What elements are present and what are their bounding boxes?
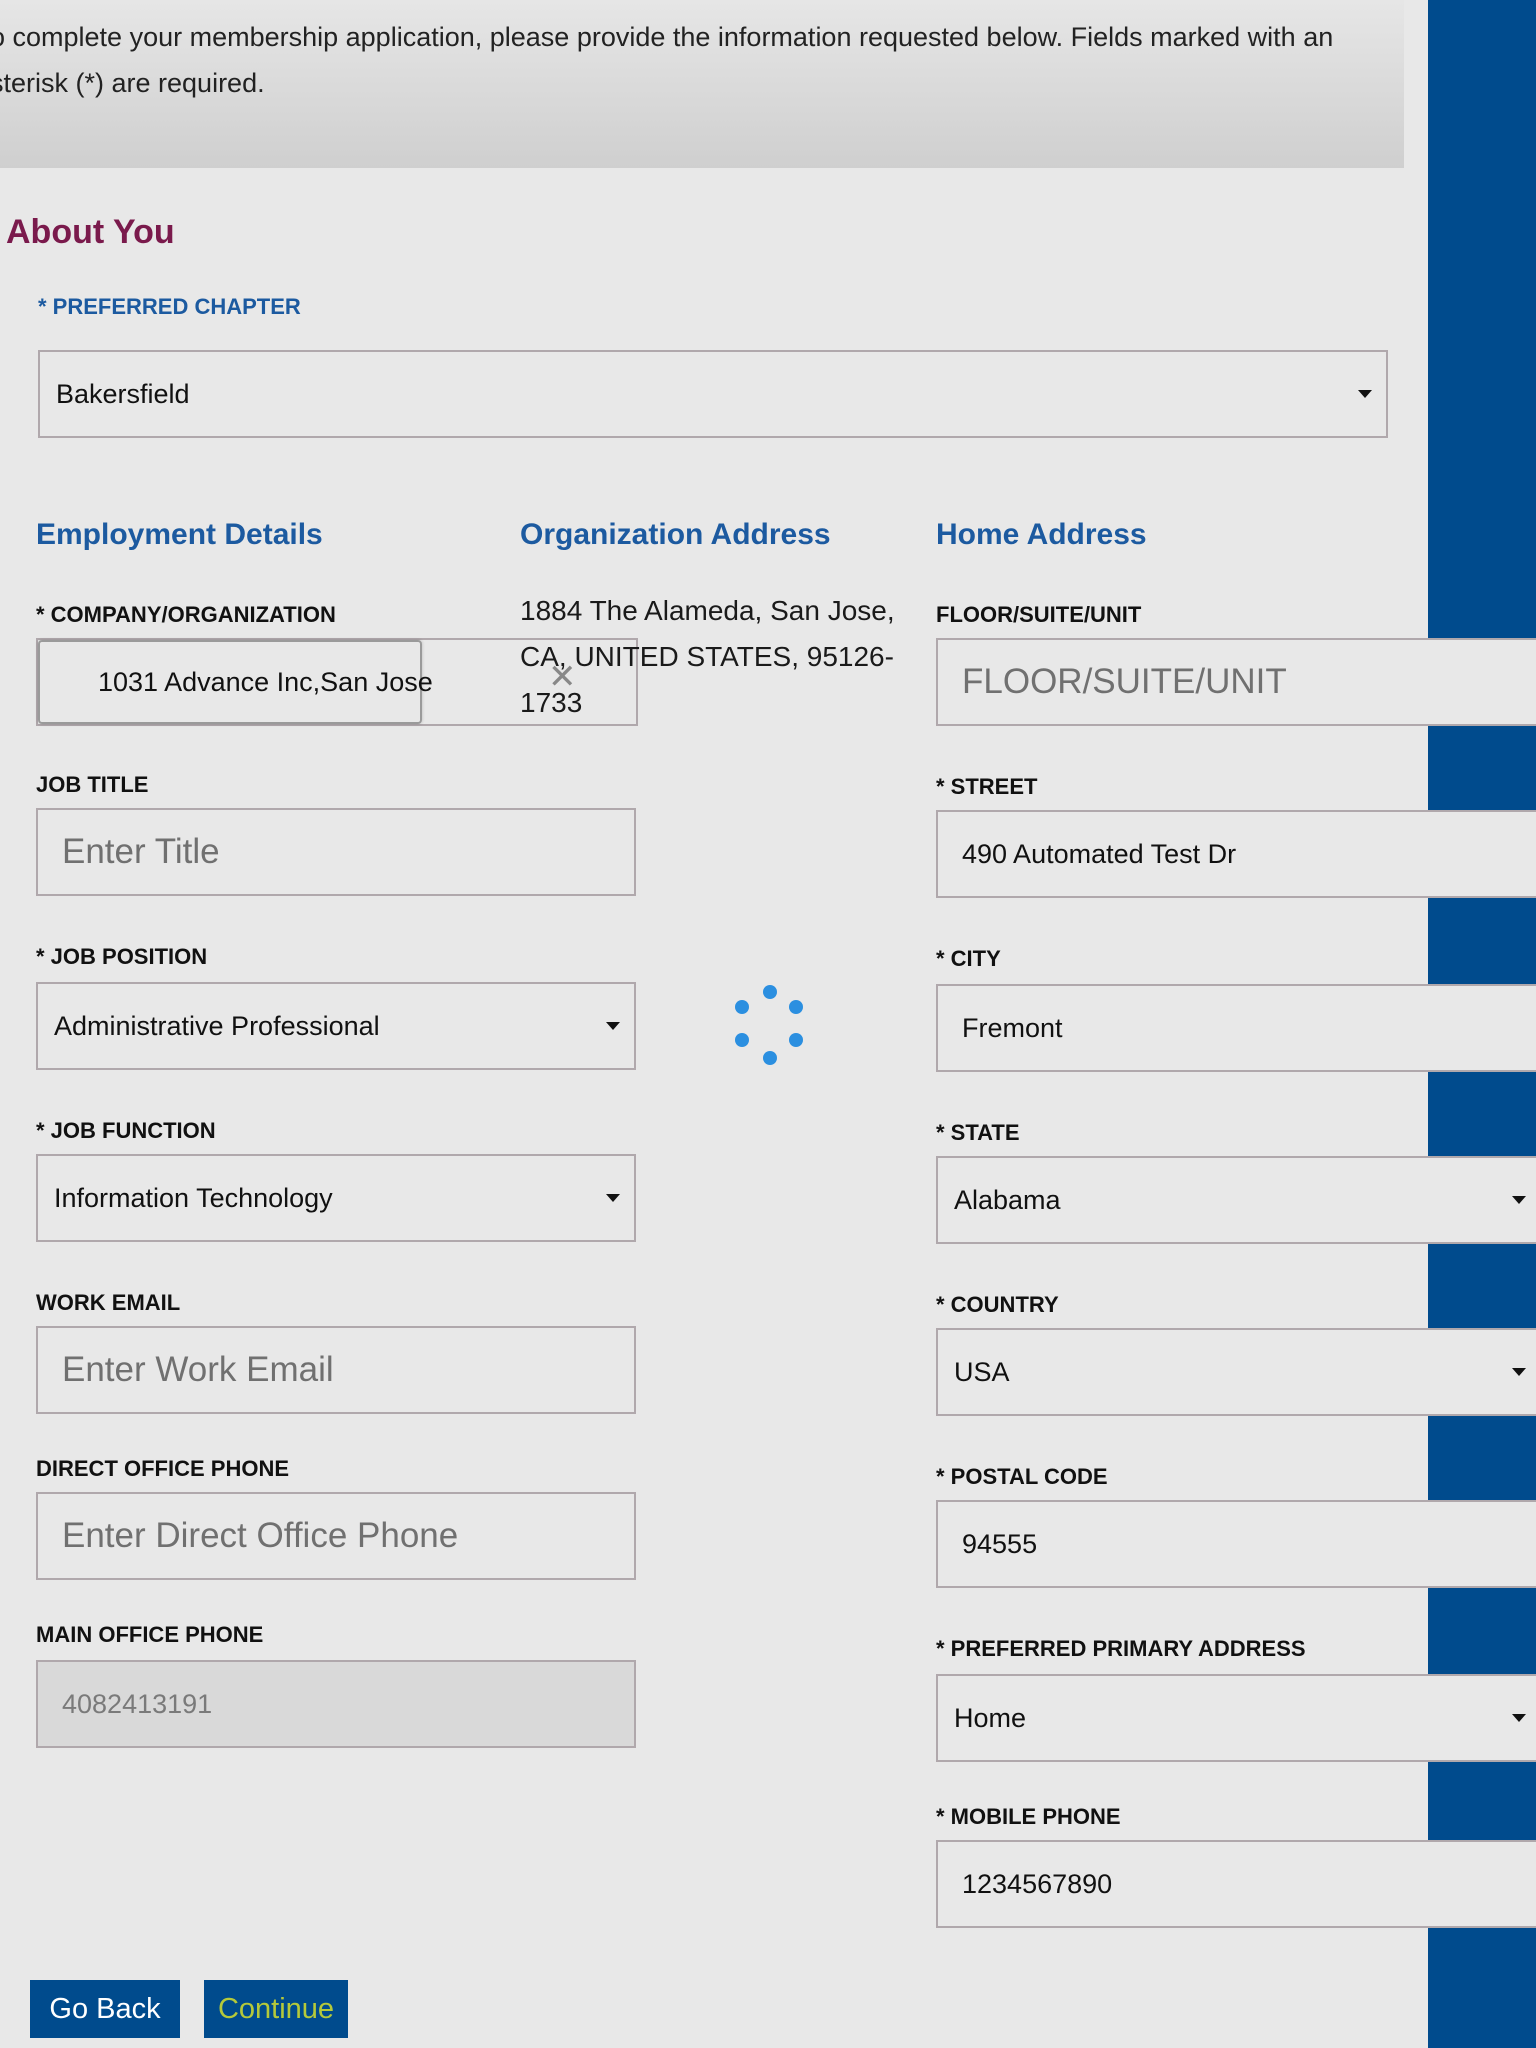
state-select[interactable]: Alabama bbox=[936, 1156, 1536, 1244]
state-value: Alabama bbox=[954, 1184, 1061, 1215]
preferred-chapter-label: * PREFERRED CHAPTER bbox=[38, 294, 301, 319]
state-label: * STATE bbox=[936, 1120, 1020, 1145]
intro-text: o complete your membership application, … bbox=[0, 22, 1334, 98]
country-label: * COUNTRY bbox=[936, 1292, 1059, 1317]
job-title-label: JOB TITLE bbox=[36, 772, 149, 797]
main-phone-input: 4082413191 bbox=[36, 1660, 636, 1748]
street-label: * STREET bbox=[936, 774, 1038, 799]
main-phone-label: MAIN OFFICE PHONE bbox=[36, 1622, 264, 1647]
job-function-label: * JOB FUNCTION bbox=[36, 1118, 216, 1143]
home-address-heading: Home Address bbox=[936, 518, 1147, 551]
job-function-value: Information Technology bbox=[54, 1182, 333, 1213]
street-input[interactable]: 490 Automated Test Dr bbox=[936, 810, 1536, 898]
work-email-label: WORK EMAIL bbox=[36, 1290, 181, 1315]
caret-down-icon bbox=[1512, 1368, 1526, 1376]
section-title: About You bbox=[6, 213, 175, 251]
postal-code-label: * POSTAL CODE bbox=[936, 1464, 1108, 1489]
mobile-phone-label: * MOBILE PHONE bbox=[936, 1804, 1121, 1829]
caret-down-icon bbox=[1512, 1196, 1526, 1204]
caret-down-icon bbox=[1358, 390, 1372, 398]
city-label: * CITY bbox=[936, 946, 1001, 971]
country-value: USA bbox=[954, 1356, 1010, 1387]
company-selected-chip[interactable]: 1031 Advance Inc,San Jose bbox=[38, 640, 433, 724]
country-select[interactable]: USA bbox=[936, 1328, 1536, 1416]
organization-address-heading: Organization Address bbox=[520, 518, 831, 551]
job-position-select[interactable]: Administrative Professional bbox=[36, 982, 636, 1070]
mobile-phone-input[interactable]: 1234567890 bbox=[936, 1840, 1536, 1928]
job-title-input[interactable]: Enter Title bbox=[36, 808, 636, 896]
primary-address-value: Home bbox=[954, 1702, 1027, 1733]
job-position-value: Administrative Professional bbox=[54, 1010, 380, 1041]
job-position-label: * JOB POSITION bbox=[36, 944, 208, 969]
floor-label: FLOOR/SUITE/UNIT bbox=[936, 602, 1142, 627]
work-email-input[interactable]: Enter Work Email bbox=[36, 1326, 636, 1414]
postal-code-input[interactable]: 94555 bbox=[936, 1500, 1536, 1588]
direct-phone-label: DIRECT OFFICE PHONE bbox=[36, 1456, 290, 1481]
employment-details-heading: Employment Details bbox=[36, 518, 323, 551]
direct-phone-input[interactable]: Enter Direct Office Phone bbox=[36, 1492, 636, 1580]
preferred-chapter-select[interactable]: Bakersfield bbox=[38, 350, 1388, 438]
company-label: * COMPANY/ORGANIZATION bbox=[36, 602, 336, 627]
spinner-icon bbox=[735, 985, 803, 1065]
caret-down-icon bbox=[1512, 1714, 1526, 1722]
continue-button[interactable]: Continue bbox=[204, 1980, 348, 2038]
preferred-chapter-value: Bakersfield bbox=[56, 378, 190, 409]
caret-down-icon bbox=[606, 1194, 620, 1202]
go-back-button[interactable]: Go Back bbox=[30, 1980, 180, 2038]
caret-down-icon bbox=[606, 1022, 620, 1030]
intro-banner: o complete your membership application, … bbox=[0, 0, 1404, 168]
job-function-select[interactable]: Information Technology bbox=[36, 1154, 636, 1242]
floor-input[interactable]: FLOOR/SUITE/UNIT bbox=[936, 638, 1536, 726]
city-input[interactable]: Fremont bbox=[936, 984, 1536, 1072]
primary-address-label: * PREFERRED PRIMARY ADDRESS bbox=[936, 1636, 1306, 1661]
primary-address-select[interactable]: Home bbox=[936, 1674, 1536, 1762]
organization-address-text: 1884 The Alameda, San Jose, CA, UNITED S… bbox=[520, 595, 895, 718]
